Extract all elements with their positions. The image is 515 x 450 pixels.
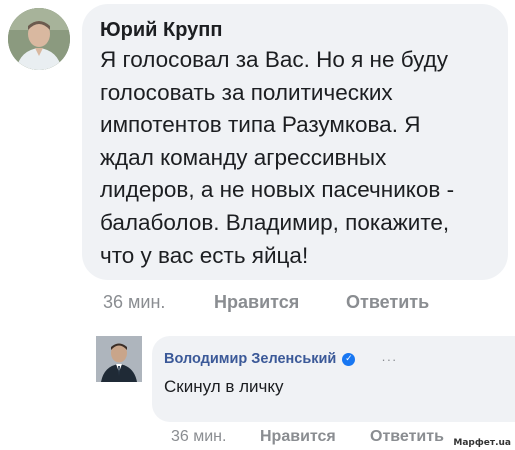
comment-bubble: Юрий Крупп Я голосовал за Вас. Но я не б… bbox=[82, 4, 508, 280]
comment-text-line: что у вас есть яйца! bbox=[100, 242, 309, 268]
like-button[interactable]: Нравится bbox=[260, 426, 336, 448]
reply-timestamp[interactable]: 36 мин. bbox=[171, 426, 226, 448]
comment-text-line: лидеров, а не новых пасечников - bbox=[100, 177, 455, 203]
comment-text: Я голосовал за Вас. Но я не буду голосов… bbox=[100, 44, 490, 272]
comment-text-line: балаболов. Владимир, покажите, bbox=[100, 209, 450, 235]
comment-author[interactable]: Юрий Крупп bbox=[100, 18, 490, 42]
watermark-logo: Марфет.ua bbox=[453, 438, 511, 448]
avatar-zelensky[interactable] bbox=[96, 336, 142, 382]
avatar-yuriy-krupp[interactable] bbox=[8, 8, 70, 70]
comment-text-line: Я голосовал за Вас. Но я не буду bbox=[100, 47, 449, 72]
comment-text-line: ждал команду агрессивных bbox=[100, 144, 387, 170]
reply-text: Скинул в личку bbox=[164, 377, 284, 396]
comment-text-line: импотентов типа Разумкова. Я bbox=[100, 112, 421, 138]
more-options-icon[interactable]: ··· bbox=[381, 352, 397, 367]
reply-button[interactable]: Ответить bbox=[370, 426, 444, 448]
comment-text-line: голосовать за политических bbox=[100, 79, 393, 105]
profile-photo bbox=[8, 8, 70, 70]
reply-bubble: Володимир Зеленський ✓ ··· Скинул в личк… bbox=[152, 336, 515, 422]
comment-timestamp[interactable]: 36 мин. bbox=[103, 290, 165, 314]
like-button[interactable]: Нравится bbox=[214, 290, 299, 314]
reply-button[interactable]: Ответить bbox=[346, 290, 429, 314]
verified-badge-icon: ✓ bbox=[342, 352, 356, 366]
reply-author[interactable]: Володимир Зеленський bbox=[164, 351, 336, 367]
profile-photo bbox=[96, 336, 142, 382]
reply-header: Володимир Зеленський ✓ ··· bbox=[164, 348, 504, 370]
